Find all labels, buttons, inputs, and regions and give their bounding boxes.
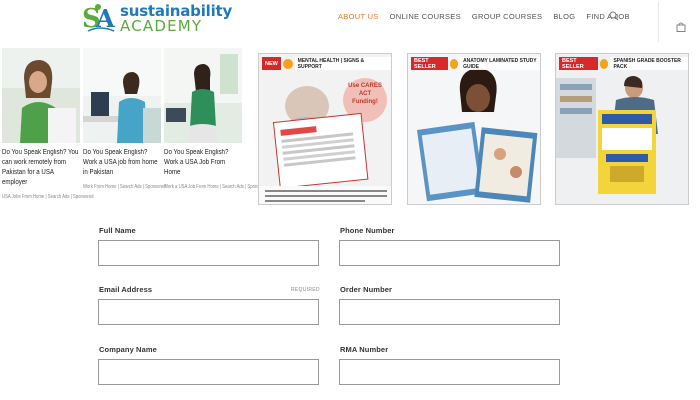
ads-section: Do You Speak English? You can work remot… [0, 48, 700, 208]
header-divider [658, 2, 659, 42]
ad-source: USA Jobs From Home | Search Ads | Sponso… [2, 194, 94, 200]
product-spanish-pack[interactable]: BEST SELLER SPANISH GRADE BOOSTER PACK [555, 53, 689, 205]
ad-card[interactable]: Do You Speak English? Work a USA job fro… [83, 48, 166, 190]
ad-image [2, 48, 80, 143]
cares-act-note: Use CARES ACT Funding! [348, 83, 382, 105]
ad-title[interactable]: Do You Speak English? Work a USA job fro… [83, 148, 160, 178]
nav-online-courses[interactable]: ONLINE COURSES [390, 12, 461, 21]
book-title: ANATOMY LAMINATED STUDY GUIDE [460, 57, 540, 70]
logo-mark-icon: S A [82, 4, 115, 34]
nav-blog[interactable]: BLOG [553, 12, 575, 21]
main-nav: ABOUT US ONLINE COURSES GROUP COURSES BL… [338, 12, 641, 21]
email-address-label: Email Address [99, 285, 153, 294]
phone-number-label: Phone Number [340, 226, 395, 235]
book-badge: BEST SELLER SPANISH GRADE BOOSTER PACK [559, 57, 688, 70]
ad-image [83, 48, 161, 143]
book-title: SPANISH GRADE BOOSTER PACK [610, 57, 688, 70]
email-address-field[interactable] [98, 299, 319, 325]
company-name-label: Company Name [99, 345, 157, 354]
rma-number-field[interactable] [339, 359, 560, 385]
site-header: S A sustainability ACADEMY ABOUT US ONLI… [0, 0, 700, 42]
order-number-field[interactable] [339, 299, 560, 325]
full-name-field[interactable] [98, 240, 319, 266]
ad-image [164, 48, 242, 143]
shopping-bag-icon[interactable] [676, 22, 686, 32]
logo-subtitle: ACADEMY [120, 17, 203, 35]
badge-star-icon [449, 58, 459, 69]
book-badge: NEW MENTAL HEALTH | SIGNS & SUPPORT [262, 57, 391, 70]
book-title: MENTAL HEALTH | SIGNS & SUPPORT [294, 57, 391, 70]
badge-label: BEST SELLER [559, 57, 598, 70]
product-mental-health[interactable]: NEW MENTAL HEALTH | SIGNS & SUPPORT Use … [258, 53, 392, 205]
ad-card[interactable]: Do You Speak English? You can work remot… [2, 48, 94, 200]
phone-number-field[interactable] [339, 240, 560, 266]
company-name-field[interactable] [98, 359, 319, 385]
badge-label: NEW [262, 57, 281, 70]
order-number-label: Order Number [340, 285, 393, 294]
rma-number-label: RMA Number [340, 345, 389, 354]
badge-star-icon [599, 58, 609, 69]
search-icon[interactable] [609, 11, 619, 21]
required-indicator: REQUIRED [291, 287, 320, 293]
site-logo[interactable]: S A sustainability ACADEMY [82, 2, 232, 36]
full-name-label: Full Name [99, 226, 136, 235]
ad-source: Work From Home | Search Ads | Sponsored [83, 184, 166, 190]
product-anatomy-guide[interactable]: BEST SELLER ANATOMY LAMINATED STUDY GUID… [407, 53, 541, 205]
nav-about-us[interactable]: ABOUT US [338, 12, 379, 21]
ad-card[interactable]: Do You Speak English? Work a USA Job Fro… [164, 48, 268, 190]
ad-title[interactable]: Do You Speak English? You can work remot… [2, 148, 79, 188]
ad-title[interactable]: Do You Speak English? Work a USA Job Fro… [164, 148, 241, 178]
ad-source: Work a USA Job From Home | Search Ads | … [164, 184, 268, 190]
book-badge: BEST SELLER ANATOMY LAMINATED STUDY GUID… [411, 57, 540, 70]
badge-label: BEST SELLER [411, 57, 448, 70]
badge-star-icon [282, 58, 293, 69]
nav-group-courses[interactable]: GROUP COURSES [472, 12, 542, 21]
